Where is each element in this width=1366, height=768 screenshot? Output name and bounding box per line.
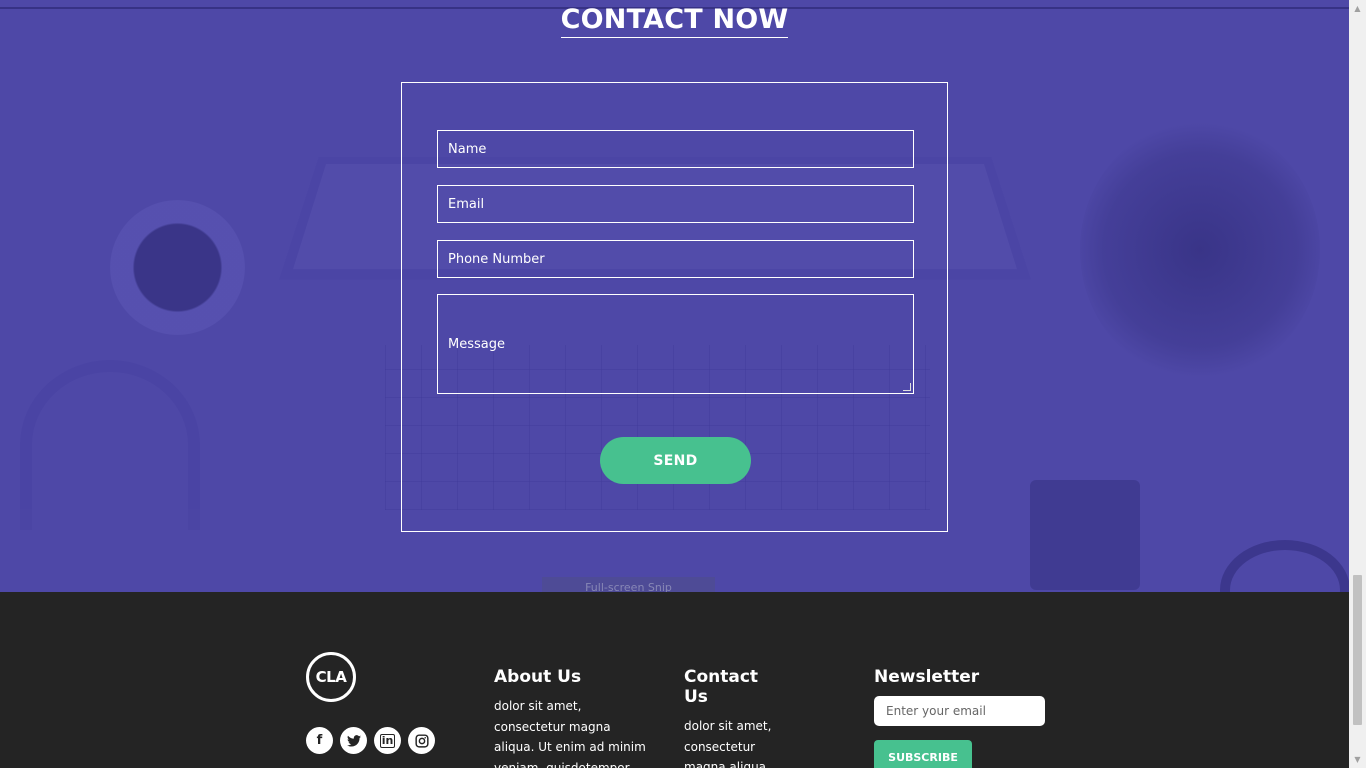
contact-column: Contact Us dolor sit amet, consectetur m…	[684, 667, 784, 768]
newsletter-column: Newsletter Enter your email SUBSCRIBE	[874, 667, 1045, 768]
message-placeholder: Message	[448, 336, 505, 352]
background-headphone-decoration	[20, 360, 200, 530]
vertical-scrollbar[interactable]: ▲ ▼	[1349, 0, 1366, 768]
background-cup-decoration	[110, 200, 245, 335]
footer: CLA f in About Us dolor sit amet, consec…	[0, 592, 1349, 768]
send-button[interactable]: SEND	[600, 437, 751, 484]
background-plant-decoration	[1080, 120, 1320, 380]
newsletter-email-placeholder: Enter your email	[886, 704, 986, 718]
twitter-icon[interactable]	[340, 727, 367, 754]
about-heading: About Us	[494, 667, 582, 687]
contact-title: CONTACT NOW	[0, 4, 1349, 38]
instagram-camera-icon	[414, 733, 429, 748]
about-column: About Us dolor sit amet, consectetur mag…	[494, 667, 654, 768]
name-placeholder: Name	[448, 141, 487, 157]
about-text: dolor sit amet, consectetur magna aliqua…	[494, 699, 646, 768]
scroll-down-arrow-icon[interactable]: ▼	[1349, 751, 1366, 768]
send-label: SEND	[653, 452, 698, 469]
logo[interactable]: CLA	[306, 652, 356, 702]
subscribe-label: SUBSCRIBE	[888, 750, 958, 764]
phone-field[interactable]: Phone Number	[437, 240, 914, 278]
scrollbar-thumb[interactable]	[1353, 575, 1362, 725]
scroll-up-arrow-icon[interactable]: ▲	[1349, 0, 1366, 17]
newsletter-email-input[interactable]: Enter your email	[874, 696, 1045, 726]
contact-title-text: CONTACT NOW	[560, 4, 789, 38]
facebook-glyph: f	[316, 733, 323, 748]
facebook-icon[interactable]: f	[306, 727, 333, 754]
background-lens-decoration	[1220, 540, 1349, 592]
twitter-bird-icon	[346, 734, 361, 747]
contact-form: Name Email Phone Number Message SEND	[401, 82, 948, 532]
phone-placeholder: Phone Number	[448, 251, 545, 267]
contact-text: dolor sit amet, consectetur magna aliqua…	[684, 719, 772, 768]
instagram-icon[interactable]	[408, 727, 435, 754]
resize-handle-icon[interactable]	[903, 383, 911, 391]
subscribe-button[interactable]: SUBSCRIBE	[874, 740, 972, 768]
email-field[interactable]: Email	[437, 185, 914, 223]
contact-heading: Contact Us	[684, 667, 759, 707]
social-links: f in	[306, 727, 435, 754]
name-field[interactable]: Name	[437, 130, 914, 168]
contact-section: CONTACT NOW Name Email Phone Number Mess…	[0, 0, 1349, 592]
logo-text: CLA	[315, 668, 347, 686]
linkedin-icon[interactable]: in	[374, 727, 401, 754]
background-camera-decoration	[1030, 480, 1140, 590]
linkedin-glyph: in	[379, 733, 396, 748]
email-placeholder: Email	[448, 196, 485, 212]
newsletter-heading: Newsletter	[874, 667, 980, 687]
message-field[interactable]: Message	[437, 294, 914, 394]
